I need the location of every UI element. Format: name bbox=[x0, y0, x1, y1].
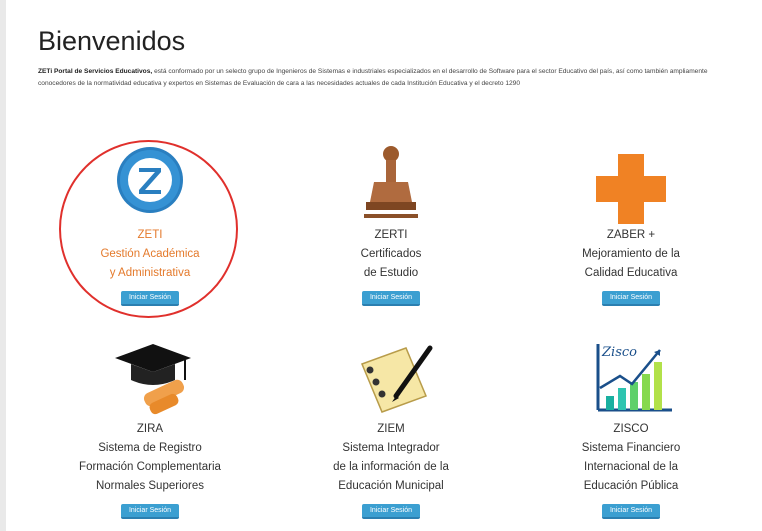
service-desc-line: Calidad Educativa bbox=[584, 267, 678, 279]
service-desc-line: Certificados bbox=[360, 248, 422, 260]
graduation-cap-icon bbox=[115, 344, 191, 415]
login-button-ziem[interactable]: Iniciar Sesión bbox=[361, 504, 421, 519]
service-name: ZERTI bbox=[374, 229, 408, 241]
service-desc-line: Formación Complementaria bbox=[79, 461, 221, 473]
left-border bbox=[0, 0, 6, 531]
intro-brand: ZETi Portal de Servicios Educativos, bbox=[38, 68, 153, 75]
service-desc-line: Sistema Financiero bbox=[581, 442, 681, 454]
service-desc-line: Mejoramiento de la bbox=[582, 248, 680, 260]
service-desc-line: de Estudio bbox=[363, 267, 419, 279]
highlight-circle bbox=[59, 140, 238, 318]
growth-chart-icon: Zisco bbox=[596, 344, 672, 412]
orange-cross-icon bbox=[596, 154, 666, 224]
service-card-zaber: ZABER + Mejoramiento de la Calidad Educa… bbox=[541, 146, 721, 306]
login-button-zisco[interactable]: Iniciar Sesión bbox=[601, 504, 661, 519]
service-desc-line: Sistema Integrador bbox=[342, 442, 440, 454]
intro-paragraph: ZETi Portal de Servicios Educativos, est… bbox=[38, 66, 738, 90]
service-desc-line: de la información de la bbox=[333, 461, 449, 473]
service-name: ZIEM bbox=[377, 423, 405, 435]
zisco-logo-text: Zisco bbox=[601, 345, 637, 360]
stamp-icon bbox=[364, 146, 418, 218]
service-card-zira: ZIRA Sistema de Registro Formación Compl… bbox=[60, 340, 240, 519]
login-button-zira[interactable]: Iniciar Sesión bbox=[120, 504, 180, 519]
login-button-zaber[interactable]: Iniciar Sesión bbox=[601, 291, 661, 306]
page-title: Bienvenidos bbox=[38, 26, 186, 56]
service-desc-line: Internacional de la bbox=[584, 461, 678, 473]
service-name: ZIRA bbox=[136, 423, 164, 435]
service-name: ZISCO bbox=[613, 423, 649, 435]
service-name: ZABER + bbox=[606, 229, 656, 241]
service-card-ziem: ZIEM Sistema Integrador de la informació… bbox=[301, 340, 481, 519]
service-desc-line: Educación Municipal bbox=[338, 480, 444, 492]
service-card-zerti: ZERTI Certificados de Estudio Iniciar Se… bbox=[301, 146, 481, 306]
service-desc-line: Educación Pública bbox=[583, 480, 679, 492]
login-button-zerti[interactable]: Iniciar Sesión bbox=[361, 291, 421, 306]
notepad-pen-icon bbox=[361, 345, 433, 413]
service-card-zisco: Zisco ZISCO Sistema Financiero Internaci… bbox=[541, 340, 721, 519]
service-desc-line: Sistema de Registro bbox=[98, 442, 202, 454]
service-desc-line: Normales Superiores bbox=[95, 480, 204, 492]
